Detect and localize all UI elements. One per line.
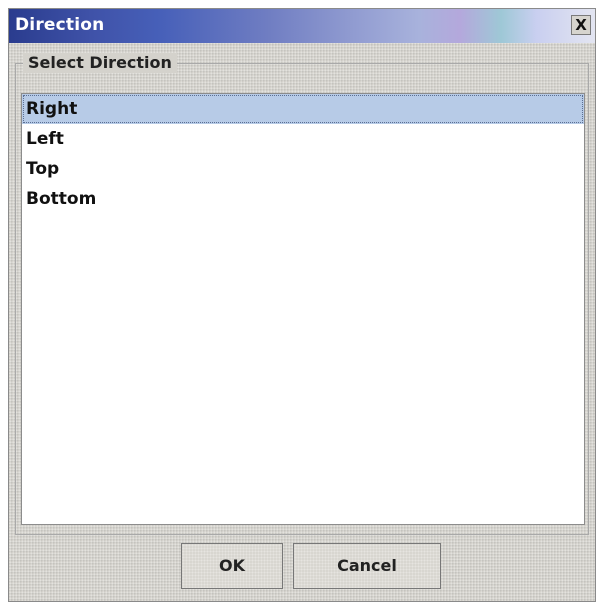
close-button[interactable]: X [571,15,591,35]
direction-list[interactable]: Right Left Top Bottom [21,93,585,525]
cancel-button[interactable]: Cancel [293,543,441,589]
list-item-right[interactable]: Right [22,94,584,124]
list-item-bottom[interactable]: Bottom [22,184,584,214]
group-label: Select Direction [23,53,177,73]
ok-button[interactable]: OK [181,543,283,589]
direction-dialog: Direction X Select Direction Right Left … [8,8,596,602]
list-item-left[interactable]: Left [22,124,584,154]
list-item-top[interactable]: Top [22,154,584,184]
window-title: Direction [15,15,105,35]
title-bar[interactable]: Direction X [9,9,595,43]
